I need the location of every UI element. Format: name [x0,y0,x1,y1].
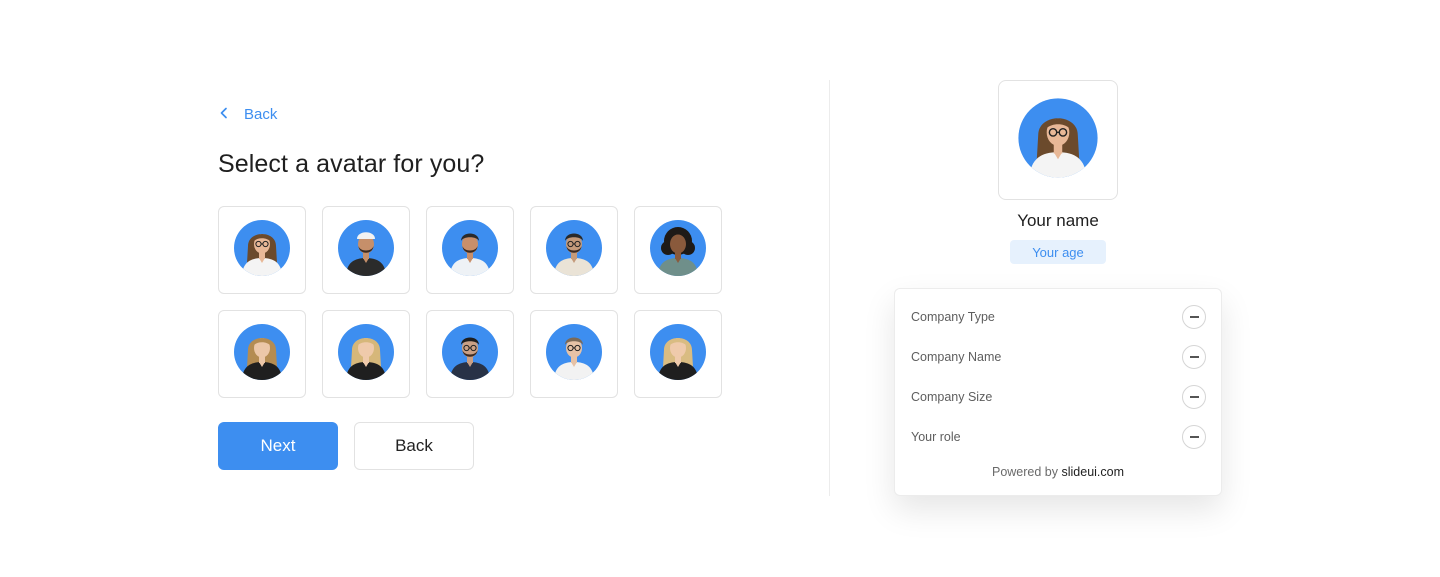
field-label: Company Size [911,390,993,404]
preview-avatar-image [1017,97,1099,184]
powered-by-brand[interactable]: slideui.com [1061,465,1124,479]
divider [829,80,830,496]
avatar-image [441,323,499,386]
avatar-image [649,219,707,282]
field-label: Your role [911,430,961,444]
avatar-option[interactable] [634,310,722,398]
field-label: Company Name [911,350,1002,364]
avatar-option[interactable] [634,206,722,294]
avatar-option[interactable] [426,206,514,294]
back-link[interactable]: Back [218,106,277,123]
avatar-image [545,323,603,386]
field-row-company-size[interactable]: Company Size [911,385,1206,409]
powered-by-prefix: Powered by [991,465,1058,479]
preview-age-badge: Your age [1010,240,1106,264]
avatar-image [649,323,707,386]
avatar-image [337,323,395,386]
minus-icon[interactable] [1182,345,1206,369]
field-row-company-type[interactable]: Company Type [911,305,1206,329]
avatar-option[interactable] [426,310,514,398]
minus-icon[interactable] [1182,305,1206,329]
avatar-image [233,323,291,386]
minus-icon[interactable] [1182,425,1206,449]
avatar-image [545,219,603,282]
field-row-your-role[interactable]: Your role [911,425,1206,449]
avatar-option[interactable] [322,206,410,294]
avatar-option[interactable] [530,310,618,398]
preview-name: Your name [1017,211,1099,230]
avatar-grid [218,206,722,398]
back-button[interactable]: Back [354,422,474,470]
avatar-option[interactable] [322,310,410,398]
avatar-option[interactable] [218,310,306,398]
avatar-option[interactable] [530,206,618,294]
avatar-image [441,219,499,282]
chevron-left-icon [218,106,230,123]
avatar-image [233,219,291,282]
back-link-label: Back [244,106,278,123]
company-details-panel: Company Type Company Name Company Size Y… [894,288,1222,496]
powered-by: Powered by slideui.com [895,465,1221,479]
avatar-image [337,219,395,282]
avatar-option[interactable] [218,206,306,294]
preview-avatar-card [998,80,1118,200]
next-button[interactable]: Next [218,422,338,470]
field-label: Company Type [911,310,995,324]
field-row-company-name[interactable]: Company Name [911,345,1206,369]
page-title: Select a avatar for you? [218,150,485,178]
minus-icon[interactable] [1182,385,1206,409]
